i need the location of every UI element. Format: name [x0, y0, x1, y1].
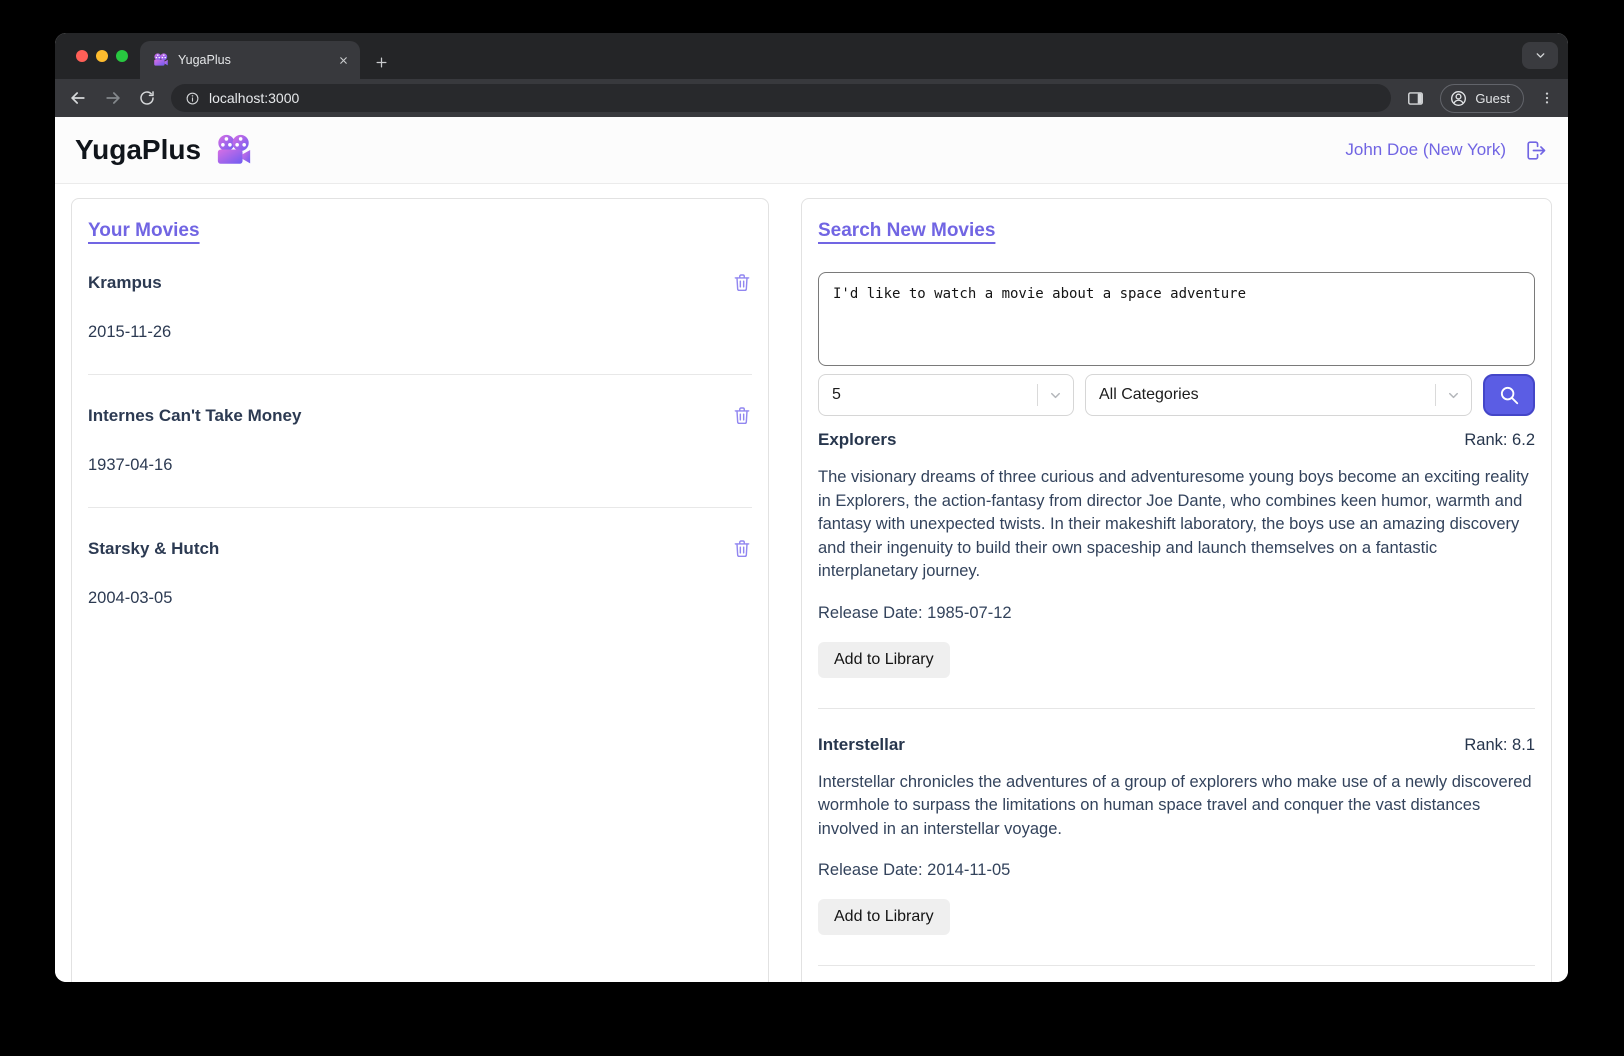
library-movie-row: Starsky & Hutch 2004-03-05 [88, 538, 752, 608]
guest-label: Guest [1475, 91, 1510, 106]
search-button[interactable] [1483, 374, 1535, 416]
trash-icon [732, 405, 752, 426]
search-heading: Search New Movies [818, 220, 995, 242]
logout-icon [1523, 138, 1548, 163]
library-movie-header: Starsky & Hutch [88, 538, 752, 559]
movie-release-date: 2015-11-26 [88, 323, 752, 342]
max-results-value: 5 [832, 386, 841, 404]
library-movie-row: Internes Can't Take Money 1937-04-16 [88, 405, 752, 475]
add-to-library-button[interactable]: Add to Library [818, 642, 950, 678]
tab-favicon-movie-camera-icon [153, 53, 169, 67]
traffic-lights [76, 50, 128, 62]
logout-button[interactable] [1523, 138, 1548, 163]
back-icon[interactable] [68, 88, 88, 108]
forward-icon[interactable] [103, 88, 123, 108]
app-title: YugaPlus [75, 134, 201, 166]
result-header: Interstellar Rank: 8.1 [818, 735, 1535, 755]
delete-movie-button[interactable] [732, 405, 752, 426]
category-select[interactable]: All Categories [1085, 374, 1472, 416]
reload-icon[interactable] [138, 89, 156, 107]
add-to-library-button[interactable]: Add to Library [818, 899, 950, 935]
movie-camera-icon [215, 134, 253, 167]
browser-window: YugaPlus localhost:3000 [55, 33, 1568, 982]
library-movie-header: Krampus [88, 272, 752, 293]
browser-tab[interactable]: YugaPlus [140, 41, 360, 79]
search-result: Interstellar Rank: 8.1 Interstellar chroni… [818, 735, 1535, 936]
select-divider [1037, 384, 1038, 406]
result-movie-title: Interstellar [818, 735, 905, 755]
search-icon [1498, 384, 1520, 406]
search-panel: Search New Movies I'd like to watch a mo… [801, 198, 1552, 982]
search-results: Explorers Rank: 6.2 The visionary dreams o… [818, 430, 1535, 982]
app-header: YugaPlus John Doe (New York) [55, 117, 1568, 184]
category-value: All Categories [1099, 386, 1199, 404]
trash-icon [732, 538, 752, 559]
your-movies-panel: Your Movies Krampus 2015-11-26 Internes Ca… [71, 198, 769, 982]
browser-menu-icon[interactable] [1539, 90, 1555, 106]
search-query-input[interactable]: I'd like to watch a movie about a space … [818, 272, 1535, 366]
movie-title: Internes Can't Take Money [88, 406, 301, 426]
new-tab-button[interactable] [374, 55, 389, 70]
tab-close-icon[interactable] [334, 51, 352, 69]
site-info-icon[interactable] [185, 91, 200, 106]
result-divider [818, 965, 1535, 966]
library-movie-header: Internes Can't Take Money [88, 405, 752, 426]
movie-title: Krampus [88, 273, 162, 293]
delete-movie-button[interactable] [732, 272, 752, 293]
movie-release-date: 2004-03-05 [88, 589, 752, 608]
result-description: The visionary dreams of three curious an… [818, 466, 1535, 584]
guest-avatar-icon [1449, 89, 1468, 108]
result-release-date: Release Date: 2014-11-05 [818, 861, 1535, 880]
result-release-date: Release Date: 1985-07-12 [818, 604, 1535, 623]
chevron-down-icon [1446, 388, 1461, 403]
result-rank: Rank: 6.2 [1464, 431, 1535, 450]
maximize-window-button[interactable] [116, 50, 128, 62]
result-rank: Rank: 8.1 [1464, 736, 1535, 755]
result-divider [818, 708, 1535, 709]
result-header: Explorers Rank: 6.2 [818, 430, 1535, 450]
tab-title: YugaPlus [178, 53, 325, 67]
close-window-button[interactable] [76, 50, 88, 62]
url-bar[interactable]: localhost:3000 [171, 84, 1391, 112]
max-results-select[interactable]: 5 [818, 374, 1074, 416]
browser-tab-strip: YugaPlus [55, 33, 1568, 79]
browser-toolbar: localhost:3000 Guest [55, 79, 1568, 117]
profile-button[interactable]: Guest [1440, 84, 1524, 113]
search-controls: 5 All Categories [818, 374, 1535, 416]
url-text: localhost:3000 [209, 90, 299, 106]
search-result: Explorers Rank: 6.2 The visionary dreams o… [818, 430, 1535, 678]
chevron-down-icon [1048, 388, 1063, 403]
user-name-label: John Doe (New York) [1345, 140, 1506, 160]
library-list: Krampus 2015-11-26 Internes Can't Take Mon… [88, 272, 752, 608]
select-divider [1435, 384, 1436, 406]
your-movies-heading: Your Movies [88, 220, 200, 242]
library-divider [88, 374, 752, 375]
result-description: Interstellar chronicles the adventures o… [818, 771, 1535, 842]
trash-icon [732, 272, 752, 293]
library-movie-row: Krampus 2015-11-26 [88, 272, 752, 342]
movie-release-date: 1937-04-16 [88, 456, 752, 475]
delete-movie-button[interactable] [732, 538, 752, 559]
main-content: Your Movies Krampus 2015-11-26 Internes Ca… [55, 184, 1568, 982]
tab-search-button[interactable] [1522, 42, 1558, 69]
side-panel-icon[interactable] [1406, 89, 1425, 108]
movie-title: Starsky & Hutch [88, 539, 219, 559]
result-movie-title: Explorers [818, 430, 896, 450]
minimize-window-button[interactable] [96, 50, 108, 62]
library-divider [88, 507, 752, 508]
